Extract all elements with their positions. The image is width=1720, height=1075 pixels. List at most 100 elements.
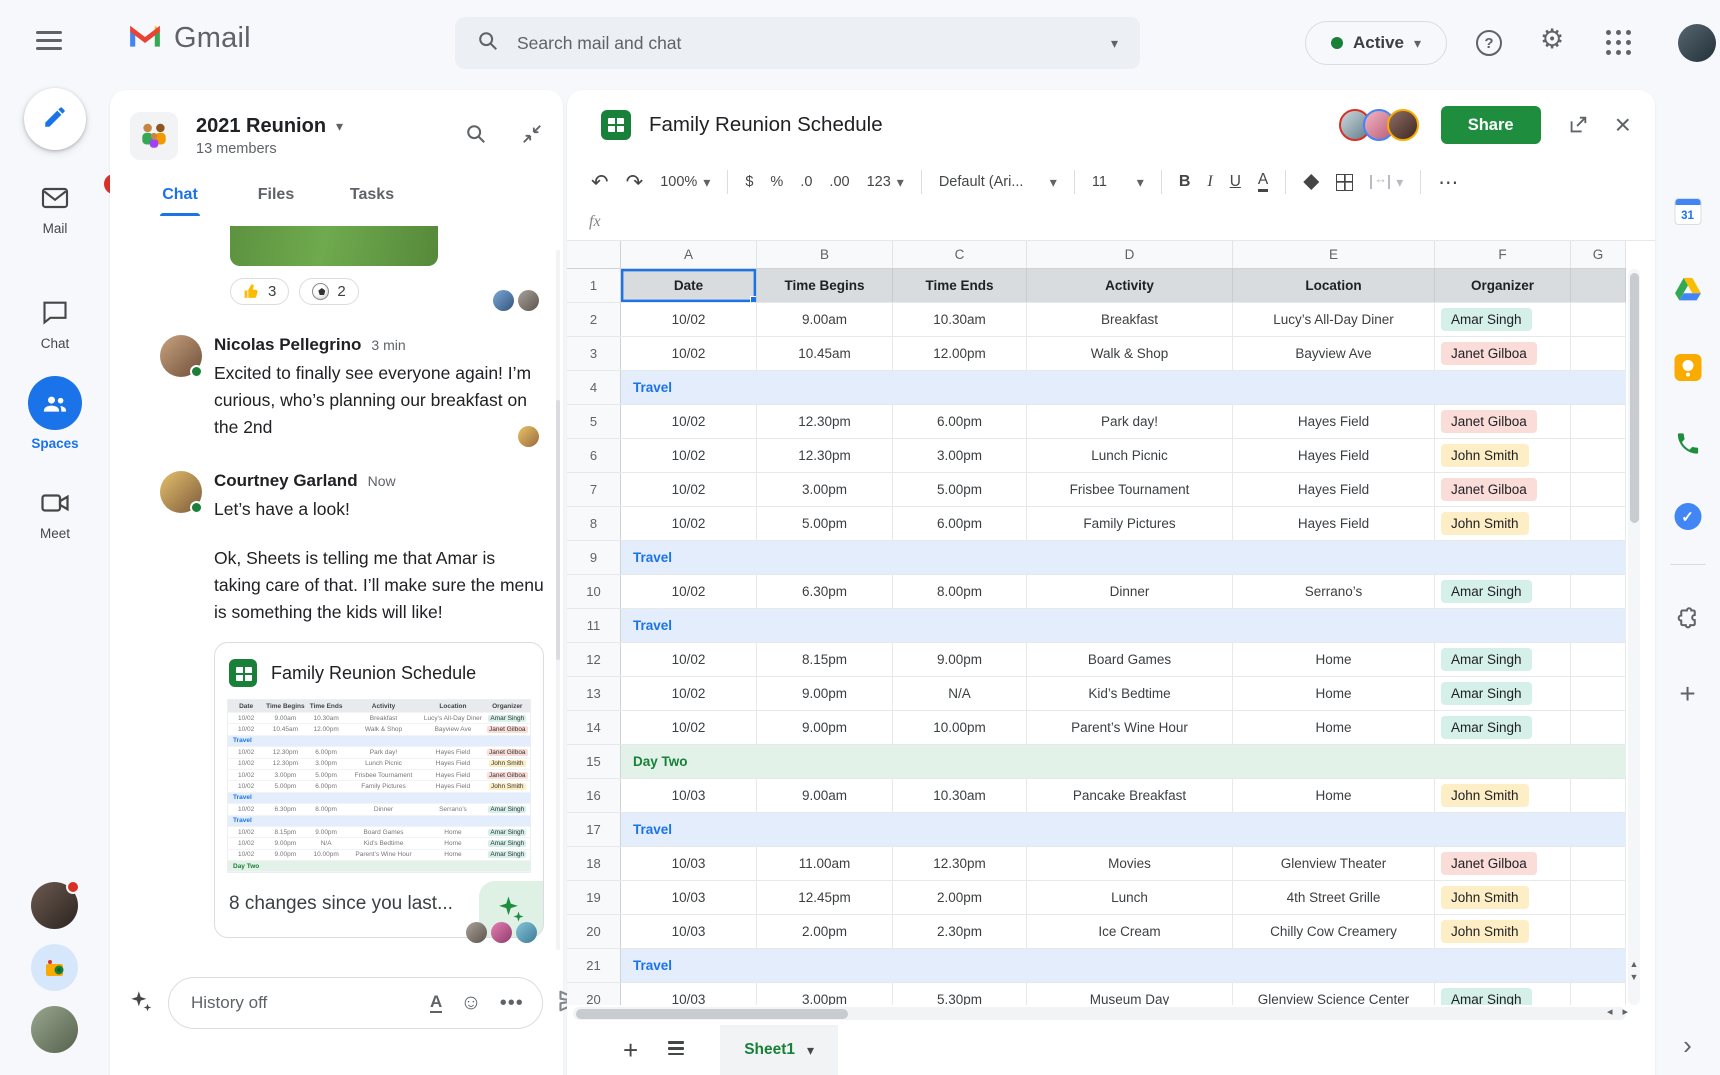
chat-scrollbar[interactable]: [556, 250, 560, 950]
redo-icon[interactable]: ↷: [626, 170, 644, 195]
sheet-cell[interactable]: 10/02: [621, 473, 757, 506]
sheet-cell[interactable]: 10/03: [621, 847, 757, 880]
sidebar-item-chat[interactable]: Chat: [0, 299, 110, 351]
sheet-cell[interactable]: N/A: [893, 677, 1027, 710]
collapse-icon[interactable]: [521, 123, 543, 150]
sheet-cell[interactable]: 10.00pm: [893, 711, 1027, 744]
search-bar[interactable]: ▾: [455, 17, 1140, 69]
fill-color-icon[interactable]: [1303, 174, 1320, 190]
hide-side-panel-chevron-icon[interactable]: ›: [1683, 1030, 1692, 1061]
sheet-cell[interactable]: 9.00pm: [893, 643, 1027, 676]
sheet-tab-sheet1[interactable]: Sheet1 ▾: [720, 1025, 839, 1075]
sheet-cell[interactable]: 6.00pm: [893, 405, 1027, 438]
sheet-cell[interactable]: 5.00pm: [757, 507, 893, 540]
sheet-cell[interactable]: Janet Gilboa: [1435, 337, 1571, 370]
font-select[interactable]: Default (Ari... ▾: [939, 174, 1057, 191]
sheet-cell[interactable]: Date: [621, 269, 757, 302]
sheet-cell[interactable]: [1571, 847, 1626, 880]
sheet-cell[interactable]: Movies: [1027, 847, 1233, 880]
font-size-select[interactable]: 11 ▾: [1092, 174, 1144, 191]
undo-icon[interactable]: ↶: [591, 170, 609, 195]
sheet-cell[interactable]: Home: [1233, 711, 1435, 744]
settings-gear-icon[interactable]: ⚙: [1540, 26, 1564, 53]
row-number[interactable]: 14: [567, 711, 621, 744]
sheet-cell[interactable]: 10/02: [621, 711, 757, 744]
zoom-select[interactable]: 100% ▾: [660, 174, 710, 191]
sheet-cell[interactable]: [1571, 303, 1626, 336]
row-number[interactable]: 15: [567, 745, 621, 778]
sheet-cell[interactable]: Amar Singh: [1435, 677, 1571, 710]
sheet-cell[interactable]: Janet Gilboa: [1435, 847, 1571, 880]
column-header-G[interactable]: G: [1571, 241, 1626, 268]
sheet-cell[interactable]: 9.00am: [757, 303, 893, 336]
row-number[interactable]: 9: [567, 541, 621, 574]
message-input[interactable]: [191, 993, 412, 1013]
sheet-cell[interactable]: 10/02: [621, 507, 757, 540]
sheet-cell[interactable]: 10/03: [621, 779, 757, 812]
vertical-scrollbar[interactable]: [1628, 269, 1640, 1005]
sheet-cell[interactable]: Amar Singh: [1435, 575, 1571, 608]
sheet-cell[interactable]: 12.30pm: [757, 439, 893, 472]
sheet-cell[interactable]: 8.15pm: [757, 643, 893, 676]
open-in-new-icon[interactable]: [1567, 114, 1589, 136]
reaction-soccer[interactable]: 2: [299, 278, 359, 305]
sheet-cell[interactable]: Museum Day: [1027, 983, 1233, 1005]
emoji-icon[interactable]: ☺: [460, 991, 481, 1015]
sidebar-item-spaces[interactable]: Spaces: [0, 376, 110, 451]
share-button[interactable]: Share: [1440, 106, 1541, 144]
sheet-cell[interactable]: 6.00pm: [893, 507, 1027, 540]
row-number[interactable]: 13: [567, 677, 621, 710]
sheet-cell[interactable]: Board Games: [1027, 643, 1233, 676]
google-apps-grid-icon[interactable]: [1606, 30, 1632, 56]
compose-button[interactable]: [24, 88, 86, 150]
recent-dm-avatar-camera[interactable]: [31, 944, 78, 991]
decrease-decimal-button[interactable]: .0: [800, 174, 812, 190]
sheet-cell[interactable]: 10/02: [621, 439, 757, 472]
sheet-cell[interactable]: Serrano’s: [1233, 575, 1435, 608]
column-header-B[interactable]: B: [757, 241, 893, 268]
sheet-cell[interactable]: Location: [1233, 269, 1435, 302]
sheet-cell[interactable]: Hayes Field: [1233, 507, 1435, 540]
sheet-cell[interactable]: Bayview Ave: [1233, 337, 1435, 370]
sheet-cell[interactable]: Hayes Field: [1233, 405, 1435, 438]
sheet-cell[interactable]: Family Pictures: [1027, 507, 1233, 540]
row-number[interactable]: 3: [567, 337, 621, 370]
calendar-icon[interactable]: 31: [1674, 198, 1701, 225]
text-color-button[interactable]: A: [1257, 172, 1269, 192]
sheet-cell[interactable]: John Smith: [1435, 439, 1571, 472]
column-header-C[interactable]: C: [893, 241, 1027, 268]
space-avatar[interactable]: [130, 112, 178, 160]
sheet-cell[interactable]: [1571, 439, 1626, 472]
tab-chat[interactable]: Chat: [132, 186, 228, 216]
main-menu-icon[interactable]: [36, 31, 62, 53]
message-input-pill[interactable]: A ☺ •••: [168, 977, 543, 1029]
number-format-select[interactable]: 123 ▾: [867, 174, 904, 191]
sheet-cell[interactable]: 9.00am: [757, 779, 893, 812]
sheet-cell[interactable]: 9.00pm: [757, 677, 893, 710]
sheet-cell[interactable]: Home: [1233, 643, 1435, 676]
sheet-cell[interactable]: [1571, 779, 1626, 812]
increase-decimal-button[interactable]: .00: [829, 174, 849, 190]
sheet-cell[interactable]: John Smith: [1435, 915, 1571, 948]
row-number[interactable]: 19: [567, 881, 621, 914]
sheet-cell[interactable]: Time Begins: [757, 269, 893, 302]
column-header-E[interactable]: E: [1233, 241, 1435, 268]
horizontal-scroll-arrows[interactable]: ◂ ▸: [1607, 1005, 1628, 1018]
sheet-cell[interactable]: John Smith: [1435, 507, 1571, 540]
sheet-cell[interactable]: [1571, 507, 1626, 540]
space-menu-caret-icon[interactable]: ▾: [336, 118, 343, 135]
sheet-cell[interactable]: 10/03: [621, 881, 757, 914]
sheet-cell[interactable]: 3.00pm: [893, 439, 1027, 472]
sheet-cell[interactable]: 10/02: [621, 677, 757, 710]
horizontal-scrollbar[interactable]: [573, 1007, 1626, 1020]
sheet-cell[interactable]: Amar Singh: [1435, 303, 1571, 336]
italic-button[interactable]: I: [1207, 173, 1212, 191]
sheet-cell[interactable]: 10/02: [621, 575, 757, 608]
sheet-cell[interactable]: 6.30pm: [757, 575, 893, 608]
format-currency-button[interactable]: $: [745, 174, 753, 190]
sheet-cell[interactable]: 2.00pm: [757, 915, 893, 948]
recent-dm-avatar[interactable]: [31, 880, 80, 929]
column-header-F[interactable]: F: [1435, 241, 1571, 268]
sheet-cell[interactable]: [1571, 269, 1626, 302]
sheet-cell[interactable]: 2.00pm: [893, 881, 1027, 914]
